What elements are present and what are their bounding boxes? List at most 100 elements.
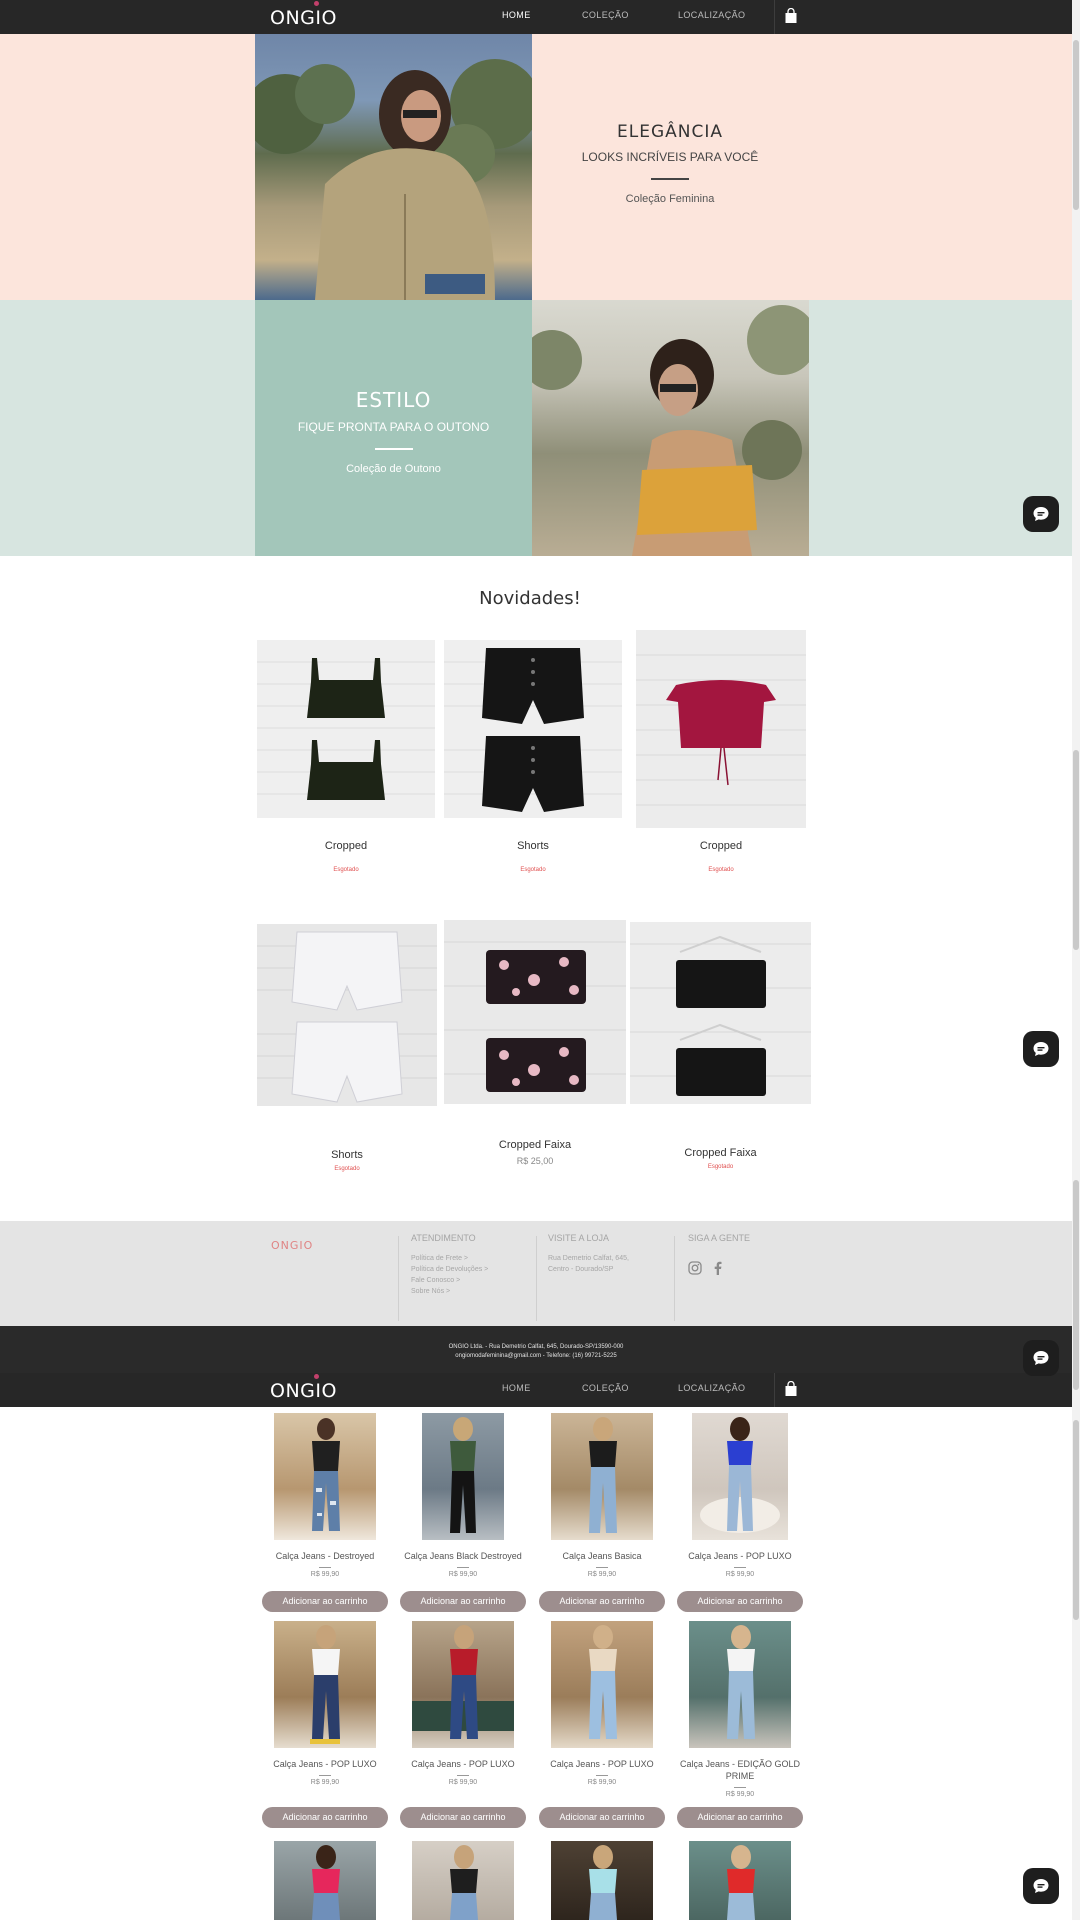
scrollbar-thumb[interactable] <box>1073 1420 1079 1620</box>
nav-colecao[interactable]: COLEÇÃO <box>582 1383 629 1393</box>
catalog-item[interactable] <box>675 1841 805 1920</box>
chat-button[interactable] <box>1023 1340 1059 1376</box>
catalog-item-name[interactable]: Calça Jeans Black Destroyed <box>398 1550 528 1562</box>
add-to-cart-button[interactable]: Adicionar ao carrinho <box>400 1591 526 1612</box>
hero2-text: ESTILO FIQUE PRONTA PARA O OUTONO Coleçã… <box>255 388 532 475</box>
nav-home[interactable]: HOME <box>502 1383 531 1393</box>
catalog-item[interactable]: Calça Jeans - POP LUXO R$ 99,90 Adiciona… <box>398 1621 528 1831</box>
footer-link-devolucoes[interactable]: Política de Devoluções > <box>411 1266 531 1273</box>
footer-link-fale-conosco[interactable]: Fale Conosco > <box>411 1277 531 1284</box>
product-image[interactable] <box>444 920 626 1104</box>
add-to-cart-button[interactable]: Adicionar ao carrinho <box>262 1591 388 1612</box>
product-card[interactable]: Shorts Esgotado <box>257 924 437 1179</box>
nav-home[interactable]: HOME <box>502 10 531 20</box>
scrollbar-thumb[interactable] <box>1073 750 1079 950</box>
product-name[interactable]: Shorts <box>257 1149 437 1161</box>
nav-colecao[interactable]: COLEÇÃO <box>582 10 629 20</box>
name-price-divider <box>457 1775 469 1776</box>
catalog-image[interactable] <box>274 1413 376 1540</box>
catalog-image[interactable] <box>274 1841 376 1920</box>
catalog-item-name[interactable]: Calça Jeans - POP LUXO <box>398 1758 528 1770</box>
footer-visite: VISITE A LOJA Rua Demetrio Calfat, 645, … <box>548 1233 668 1277</box>
add-to-cart-button[interactable]: Adicionar ao carrinho <box>539 1807 665 1828</box>
nav-localizacao[interactable]: LOCALIZAÇÃO <box>678 10 745 20</box>
catalog-item[interactable]: Calça Jeans - POP LUXO R$ 99,90 Adiciona… <box>675 1413 805 1613</box>
catalog-item[interactable] <box>537 1841 667 1920</box>
name-price-divider <box>457 1567 469 1568</box>
footer-link-sobre-nos[interactable]: Sobre Nós > <box>411 1288 531 1295</box>
catalog-item-price: R$ 99,90 <box>448 1571 478 1578</box>
catalog-item[interactable] <box>260 1841 390 1920</box>
catalog-item[interactable]: Calça Jeans Basica R$ 99,90 Adicionar ao… <box>537 1413 667 1613</box>
catalog-image[interactable] <box>274 1621 376 1748</box>
product-card[interactable]: Cropped Faixa R$ 25,00 <box>444 920 626 1180</box>
product-name[interactable]: Cropped <box>257 840 435 852</box>
hero1-link[interactable]: Coleção Feminina <box>532 193 808 205</box>
name-price-divider <box>596 1567 608 1568</box>
catalog-item-name[interactable]: Calça Jeans Basica <box>537 1550 667 1562</box>
product-card[interactable]: Cropped Esgotado <box>257 640 435 880</box>
catalog-image[interactable] <box>412 1621 514 1748</box>
product-name[interactable]: Cropped Faixa <box>444 1139 626 1151</box>
catalog-image[interactable] <box>412 1841 514 1920</box>
catalog-image[interactable] <box>692 1413 788 1540</box>
chat-button[interactable] <box>1023 496 1059 532</box>
product-name[interactable]: Cropped <box>636 840 806 852</box>
company-contact[interactable]: ongiomodafeminina@gmail.com - Telefone: … <box>0 1352 1072 1361</box>
catalog-image[interactable] <box>551 1621 653 1748</box>
product-card[interactable]: Shorts Esgotado <box>444 640 622 880</box>
add-to-cart-button[interactable]: Adicionar ao carrinho <box>677 1807 803 1828</box>
facebook-icon[interactable] <box>713 1261 723 1275</box>
name-price-divider <box>734 1567 746 1568</box>
catalog-image[interactable] <box>551 1841 653 1920</box>
catalog-item-name[interactable]: Calça Jeans - POP LUXO <box>260 1758 390 1770</box>
hero-photo-woman-jacket <box>255 34 532 300</box>
footer-logo[interactable]: ONGIO <box>271 1239 313 1252</box>
chat-button[interactable] <box>1023 1031 1059 1067</box>
product-image[interactable] <box>444 640 622 818</box>
product-image[interactable] <box>630 922 811 1104</box>
product-status: Esgotado <box>333 867 359 873</box>
catalog-image[interactable] <box>422 1413 504 1540</box>
product-name[interactable]: Cropped Faixa <box>630 1147 811 1159</box>
catalog-image[interactable] <box>689 1621 791 1748</box>
shopping-bag-icon[interactable] <box>784 1381 798 1397</box>
catalog-item-price: R$ 99,90 <box>725 1791 755 1798</box>
brand-logo[interactable]: ONGIO <box>270 1 337 29</box>
scrollbar-thumb[interactable] <box>1073 40 1079 210</box>
hero2-link[interactable]: Coleção de Outono <box>255 463 532 475</box>
nav-localizacao[interactable]: LOCALIZAÇÃO <box>678 1383 745 1393</box>
add-to-cart-button[interactable]: Adicionar ao carrinho <box>262 1807 388 1828</box>
shopping-bag-icon[interactable] <box>784 8 798 24</box>
footer-link-frete[interactable]: Política de Frete > <box>411 1255 531 1262</box>
catalog-image[interactable] <box>689 1841 791 1920</box>
product-name[interactable]: Shorts <box>444 840 622 852</box>
catalog-item-name[interactable]: Calça Jeans - EDIÇÃO GOLD PRIME <box>675 1758 805 1782</box>
catalog-item[interactable]: Calça Jeans - POP LUXO R$ 99,90 Adiciona… <box>260 1621 390 1831</box>
catalog-item[interactable]: Calça Jeans - POP LUXO R$ 99,90 Adiciona… <box>537 1621 667 1831</box>
product-card[interactable]: Cropped Faixa Esgotado <box>630 922 811 1180</box>
chat-button[interactable] <box>1023 1868 1059 1904</box>
product-image[interactable] <box>636 630 806 828</box>
instagram-icon[interactable] <box>688 1261 702 1275</box>
catalog-item[interactable]: Calça Jeans - EDIÇÃO GOLD PRIME R$ 99,90… <box>675 1621 805 1831</box>
product-image[interactable] <box>257 640 435 818</box>
catalog-item[interactable]: Calça Jeans - Destroyed R$ 99,90 Adicion… <box>260 1413 390 1613</box>
product-card[interactable]: Cropped Esgotado <box>636 630 806 880</box>
catalog-item-price: R$ 99,90 <box>310 1571 340 1578</box>
scrollbar[interactable] <box>1072 0 1080 1920</box>
catalog-item-price: R$ 99,90 <box>587 1779 617 1786</box>
footer-address-line: Rua Demetrio Calfat, 645, <box>548 1255 629 1262</box>
catalog-item-name[interactable]: Calça Jeans - Destroyed <box>260 1550 390 1562</box>
brand-logo[interactable]: ONGIO <box>270 1374 337 1402</box>
catalog-item[interactable] <box>398 1841 528 1920</box>
catalog-item[interactable]: Calça Jeans Black Destroyed R$ 99,90 Adi… <box>398 1413 528 1613</box>
catalog-item-name[interactable]: Calça Jeans - POP LUXO <box>537 1758 667 1770</box>
add-to-cart-button[interactable]: Adicionar ao carrinho <box>677 1591 803 1612</box>
catalog-image[interactable] <box>551 1413 653 1540</box>
add-to-cart-button[interactable]: Adicionar ao carrinho <box>400 1807 526 1828</box>
catalog-item-name[interactable]: Calça Jeans - POP LUXO <box>675 1550 805 1562</box>
product-image[interactable] <box>257 924 437 1106</box>
add-to-cart-button[interactable]: Adicionar ao carrinho <box>539 1591 665 1612</box>
scrollbar-thumb[interactable] <box>1073 1180 1079 1390</box>
